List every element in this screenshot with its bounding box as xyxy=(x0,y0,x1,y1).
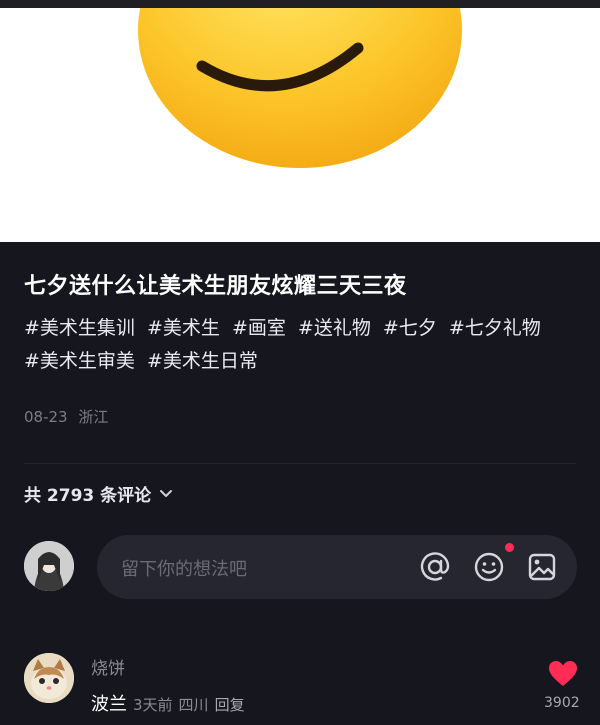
like-count: 3902 xyxy=(544,695,580,711)
comment-user-avatar[interactable] xyxy=(24,653,74,703)
comment-input[interactable]: 留下你的想法吧 xyxy=(97,535,577,599)
post-meta: 08-23 浙江 xyxy=(24,406,114,427)
post-image[interactable] xyxy=(0,8,600,242)
at-icon[interactable] xyxy=(419,551,451,583)
tag-link[interactable]: #七夕 xyxy=(383,317,437,339)
post-tags: #美术生集训 #美术生 #画室 #送礼物 #七夕 #七夕礼物 #美术生审美 #美… xyxy=(24,312,584,378)
comment-time: 3天前 xyxy=(133,696,173,714)
comment-username[interactable]: 烧饼 xyxy=(91,654,125,679)
notification-dot xyxy=(505,543,514,552)
heart-icon[interactable] xyxy=(548,660,578,687)
image-icon[interactable] xyxy=(526,551,558,583)
avatar-image xyxy=(24,541,74,591)
tag-link[interactable]: #送礼物 xyxy=(298,317,371,339)
tag-link[interactable]: #美术生集训 xyxy=(24,317,135,339)
current-user-avatar[interactable] xyxy=(24,541,74,591)
tag-link[interactable]: #美术生审美 xyxy=(24,350,135,372)
post-location: 浙江 xyxy=(78,408,109,426)
comment-count-label: 共 2793 条评论 xyxy=(24,486,152,506)
chevron-down-icon xyxy=(160,489,173,497)
smiling-emoji-image xyxy=(138,8,462,168)
tag-link[interactable]: #画室 xyxy=(232,317,286,339)
tag-link[interactable]: #七夕礼物 xyxy=(449,317,541,339)
comment-count-toggle[interactable]: 共 2793 条评论 xyxy=(24,481,173,506)
post-title: 七夕送什么让美术生朋友炫耀三天三夜 xyxy=(24,274,407,299)
comment-placeholder: 留下你的想法吧 xyxy=(121,559,247,580)
comment-location: 四川 xyxy=(178,696,209,714)
reply-button[interactable]: 回复 xyxy=(215,694,245,715)
cat-avatar-image xyxy=(24,653,74,703)
tag-link[interactable]: #美术生日常 xyxy=(147,350,258,372)
tag-link[interactable]: #美术生 xyxy=(147,317,220,339)
comment-text: 波兰 xyxy=(91,694,127,715)
post-date: 08-23 xyxy=(24,408,68,426)
comment-body: 波兰 3天前 四川 回复 xyxy=(91,690,245,716)
divider xyxy=(24,463,576,464)
emoji-icon[interactable] xyxy=(473,551,505,583)
status-strip xyxy=(0,0,600,8)
